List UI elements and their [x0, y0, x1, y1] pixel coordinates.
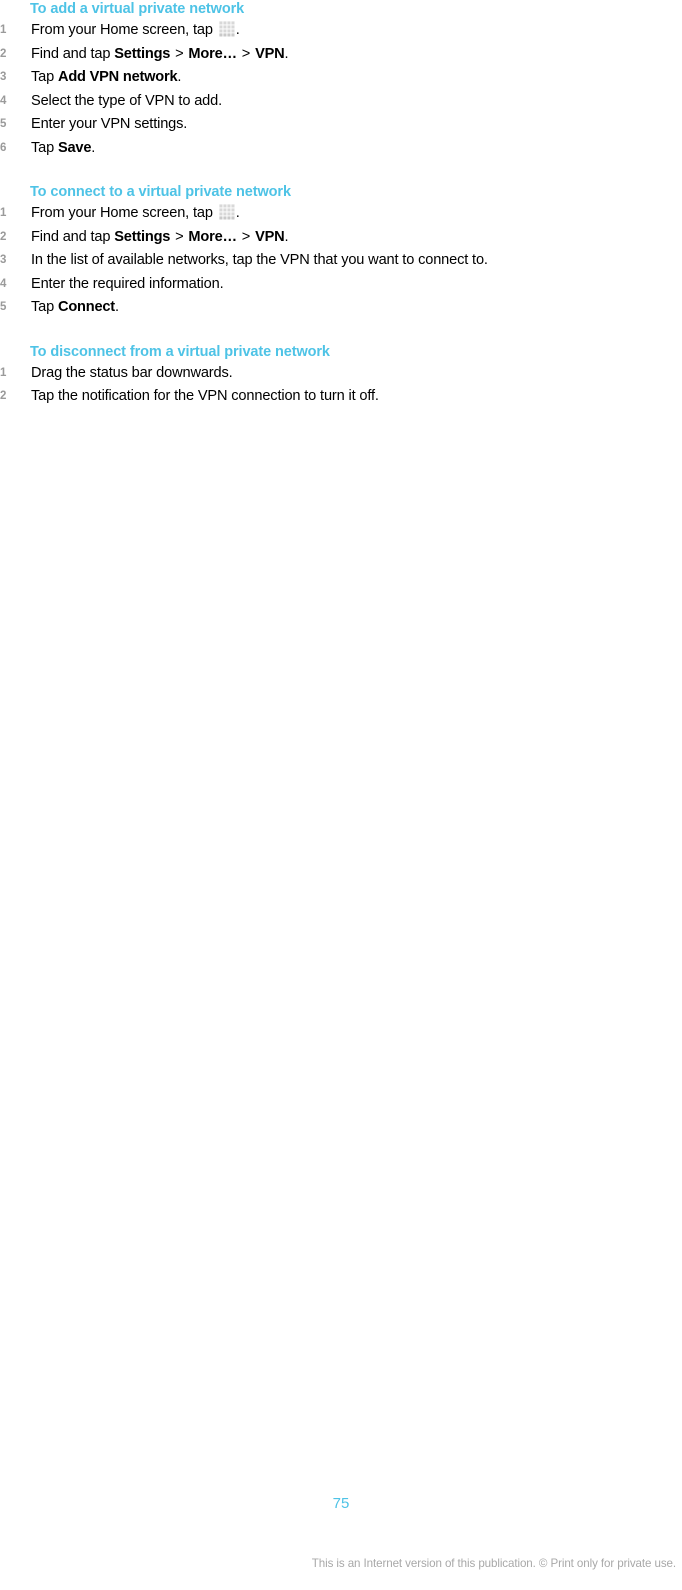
step-text-run: . — [235, 22, 240, 38]
step-text: From your Home screen, tap . — [31, 21, 240, 38]
step-text-run: . — [177, 69, 182, 85]
step-item: 2 Find and tap Settings > More… > VPN. — [0, 43, 682, 67]
step-text: Enter your VPN settings. — [31, 116, 187, 132]
step-text: Select the type of VPN to add. — [31, 93, 222, 109]
step-text: Tap Connect. — [31, 299, 119, 315]
section-heading: To add a virtual private network — [30, 1, 245, 17]
step-text-run: . — [284, 45, 289, 62]
instruction-section: To connect to a virtual private network 1… — [0, 183, 682, 320]
step-text-run: Tap — [31, 139, 58, 156]
step-number: 2 — [0, 390, 7, 402]
ui-reference: VPN — [255, 45, 285, 62]
step-text: Tap Save. — [31, 140, 95, 156]
instruction-section: To disconnect from a virtual private net… — [0, 343, 682, 409]
step-text: Find and tap Settings > More… > VPN. — [31, 228, 289, 245]
section-heading: To connect to a virtual private network — [30, 184, 291, 200]
step-item: 3 Tap Add VPN network. — [0, 66, 682, 90]
step-text: Enter the required information. — [31, 275, 224, 292]
step-item: 5 Enter your VPN settings. — [0, 113, 682, 137]
step-list: 1 Drag the status bar downwards. 2 Tap the … — [0, 362, 682, 409]
step-item: 1 Drag the status bar downwards. — [0, 362, 682, 386]
ui-reference: Connect — [57, 299, 115, 315]
step-text-run: Enter your VPN settings. — [31, 116, 188, 132]
step-text-run: From your Home screen, tap — [31, 22, 217, 38]
step-number: 6 — [0, 141, 7, 154]
step-number: 3 — [0, 254, 7, 266]
step-text-run: Select the type of VPN to add. — [31, 92, 223, 109]
step-text-run: Tap — [31, 69, 58, 85]
ui-reference: Settings — [114, 45, 171, 62]
step-text-run: . — [91, 139, 96, 156]
step-text-run: Tap — [31, 299, 58, 315]
app-drawer-icon — [219, 21, 235, 37]
step-item: 6 Tap Save. — [0, 137, 682, 161]
footer-copyright-note: This is an Internet version of this publ… — [311, 1557, 676, 1570]
step-text-run: . — [235, 205, 240, 221]
step-text: Find and tap Settings > More… > VPN. — [31, 45, 289, 62]
step-number: 5 — [0, 118, 7, 130]
section-heading: To disconnect from a virtual private net… — [30, 343, 330, 360]
step-text-run: In the list of available networks, tap t… — [31, 252, 488, 268]
ui-reference: Add VPN network — [57, 69, 178, 85]
step-item: 1 From your Home screen, tap . — [0, 19, 682, 43]
step-number: 4 — [0, 94, 7, 107]
step-text: Tap the notification for the VPN connect… — [31, 388, 379, 404]
page-number: 75 — [332, 1495, 350, 1512]
step-item: 1 From your Home screen, tap . — [0, 202, 682, 226]
step-number: 2 — [0, 47, 7, 60]
path-separator: > — [241, 228, 251, 245]
ui-reference: VPN — [255, 228, 285, 245]
step-text: From your Home screen, tap . — [31, 204, 240, 221]
step-text-run: Tap the notification for the VPN connect… — [31, 388, 379, 404]
step-number: 5 — [0, 301, 7, 313]
app-drawer-icon — [219, 204, 235, 220]
step-text: Tap Add VPN network. — [31, 69, 181, 85]
step-number: 1 — [0, 24, 7, 36]
step-text: In the list of available networks, tap t… — [31, 252, 488, 268]
step-item: 4 Enter the required information. — [0, 273, 682, 297]
manual-page: To add a virtual private network 1 From yo… — [0, 0, 682, 1590]
step-number: 4 — [0, 277, 7, 290]
ui-reference: Save — [57, 139, 92, 156]
path-separator: > — [175, 228, 184, 245]
step-text-run: Drag the status bar downwards. — [31, 364, 233, 381]
step-text-run: Enter the required information. — [31, 275, 224, 292]
step-number: 2 — [0, 230, 7, 243]
step-number: 1 — [0, 207, 7, 219]
step-item: 2 Tap the notification for the VPN connec… — [0, 385, 682, 409]
path-separator: > — [241, 45, 251, 62]
step-text-run: Find and tap — [31, 45, 115, 62]
step-text: Drag the status bar downwards. — [31, 365, 233, 381]
step-text-run: . — [284, 228, 289, 245]
step-text-run: Find and tap — [31, 228, 115, 245]
step-item: 3 In the list of available networks, tap … — [0, 249, 682, 273]
step-item: 2 Find and tap Settings > More… > VPN. — [0, 226, 682, 250]
ui-reference: More… — [188, 45, 237, 62]
step-text-run: . — [114, 299, 119, 315]
ui-reference: Settings — [114, 228, 171, 245]
step-item: 5 Tap Connect. — [0, 296, 682, 320]
step-item: 4 Select the type of VPN to add. — [0, 90, 682, 114]
step-text-run: From your Home screen, tap — [31, 205, 217, 221]
step-list: 1 From your Home screen, tap . 2 Find and t… — [0, 19, 682, 160]
step-list: 1 From your Home screen, tap . 2 Find and t… — [0, 202, 682, 320]
step-number: 3 — [0, 71, 7, 83]
path-separator: > — [175, 45, 184, 62]
page-content: To add a virtual private network 1 From yo… — [0, 0, 682, 409]
step-number: 1 — [0, 366, 7, 379]
ui-reference: More… — [188, 228, 237, 245]
instruction-section: To add a virtual private network 1 From yo… — [0, 0, 682, 160]
